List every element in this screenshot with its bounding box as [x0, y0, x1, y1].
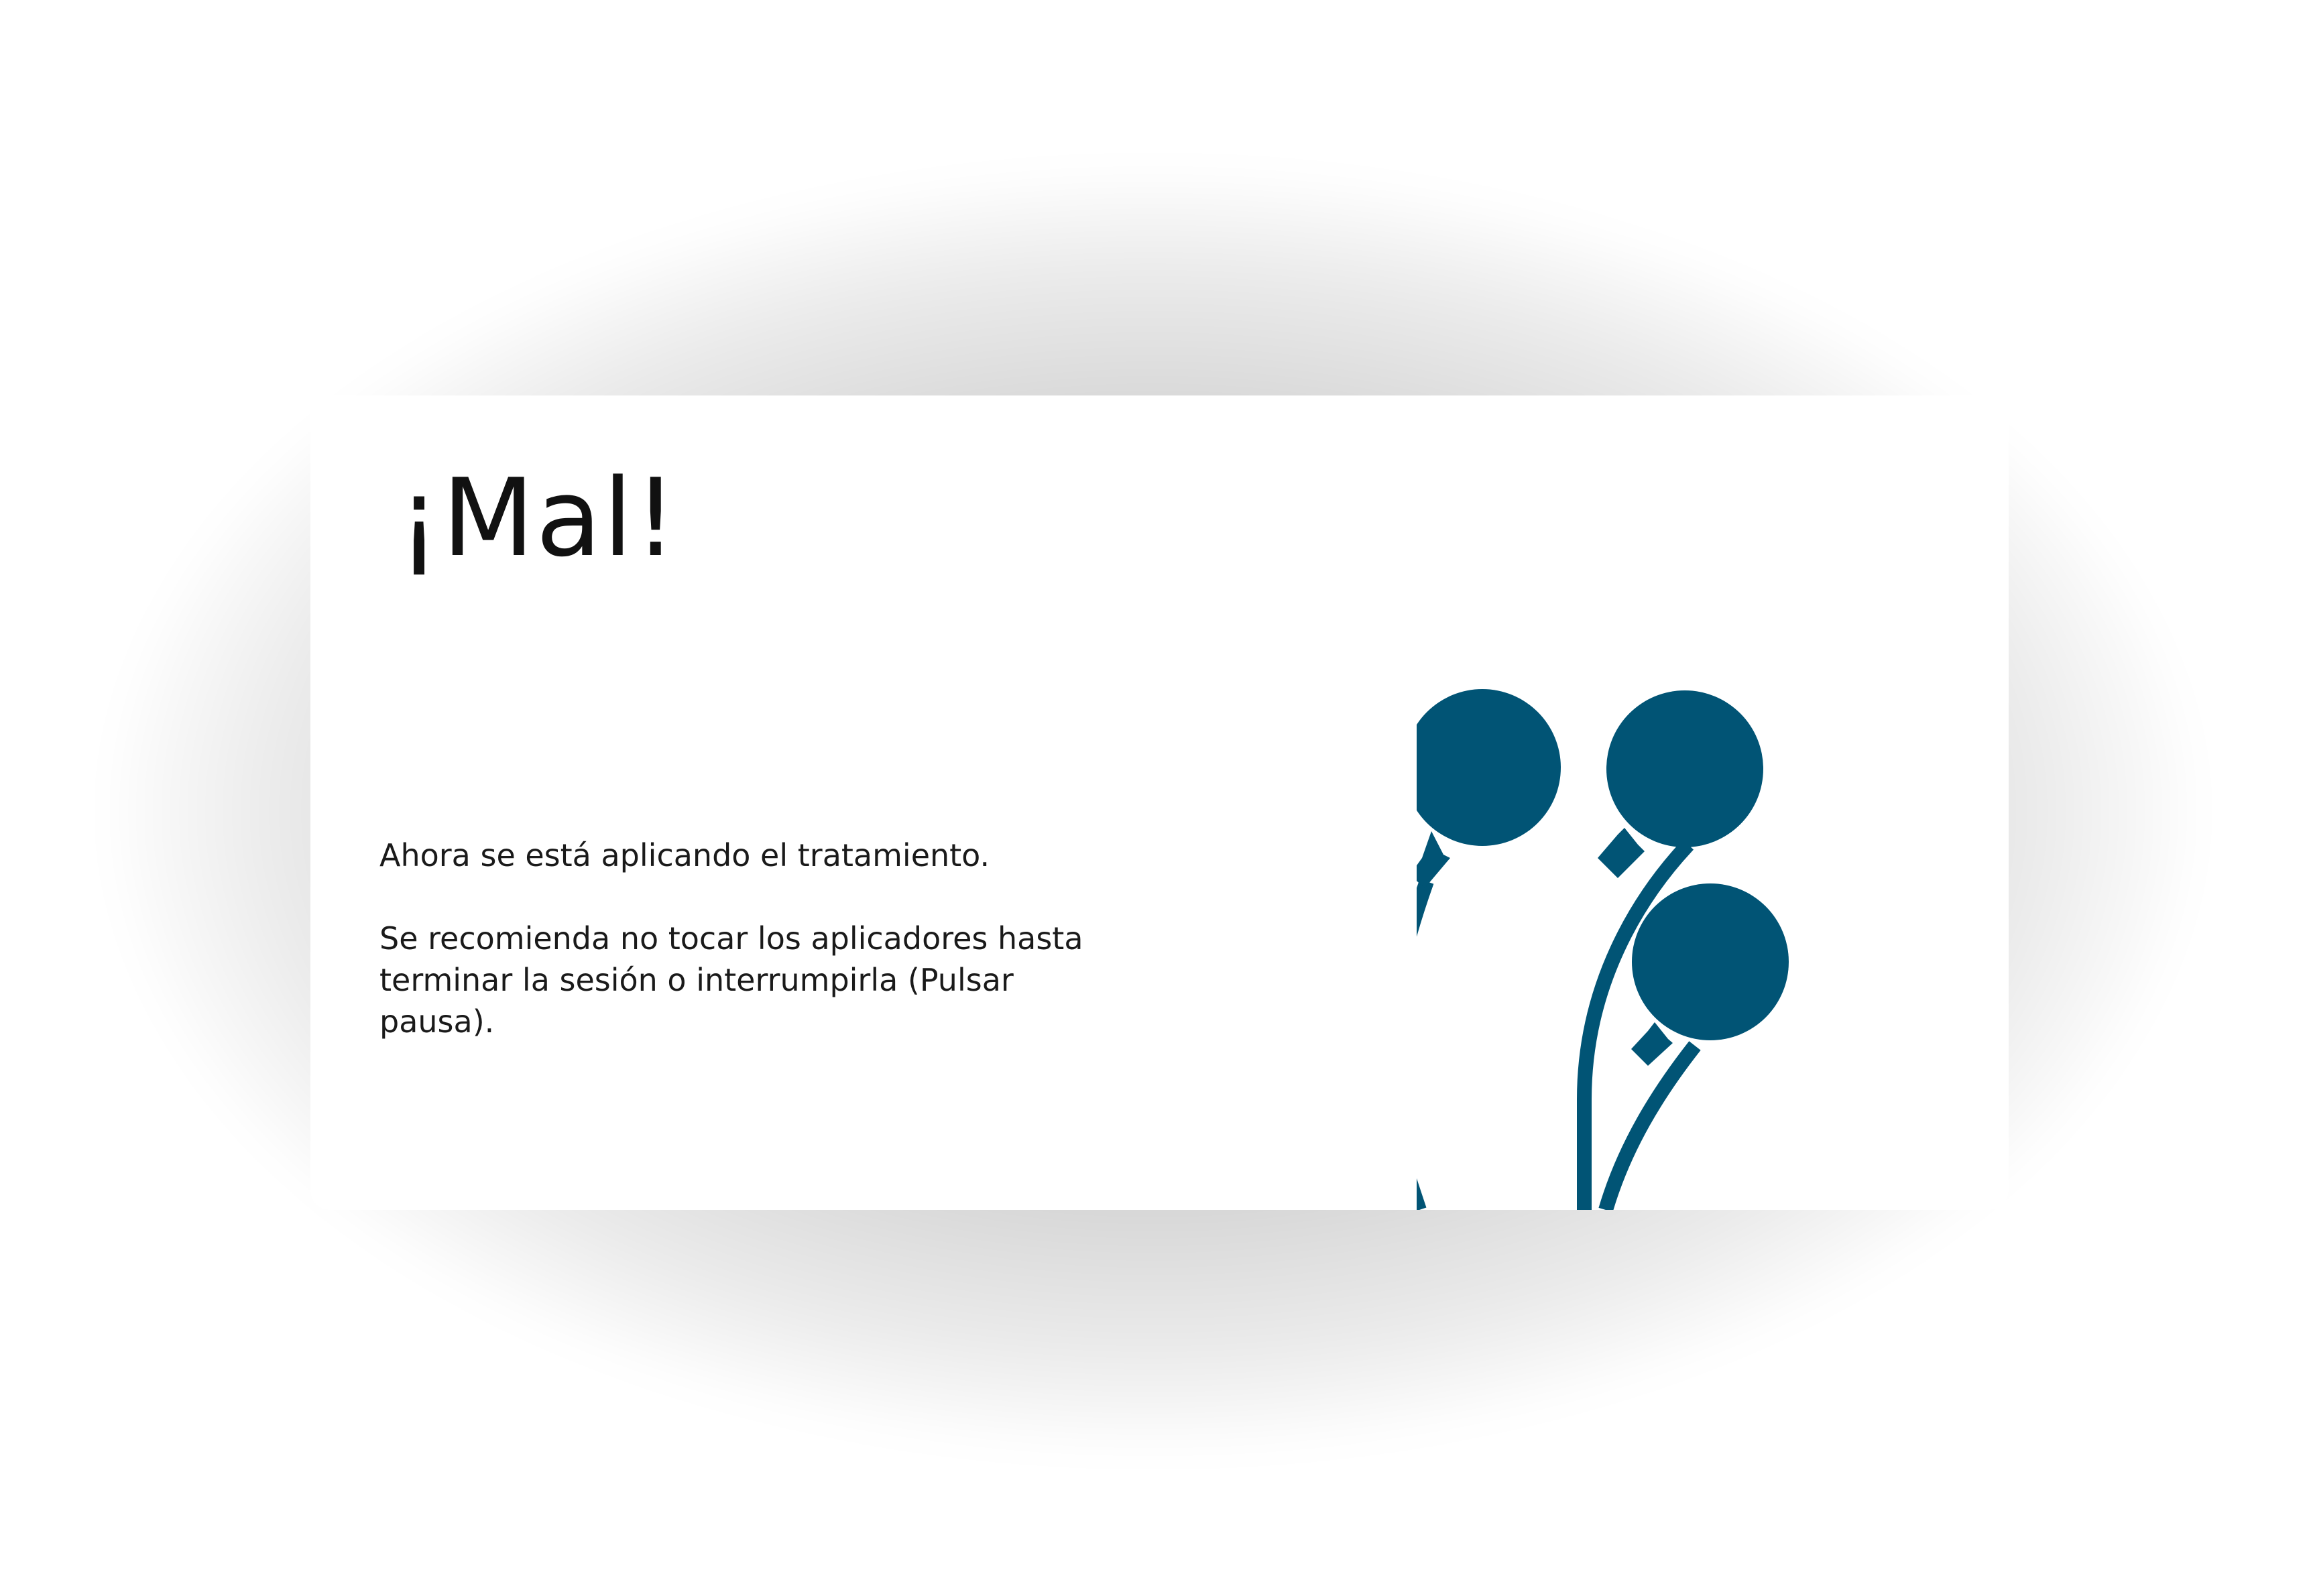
message-line-2: Se recomienda no tocar los aplicadores h… — [379, 920, 1083, 1040]
screen: ¡Mal! Ahora se está aplicando el tratami… — [0, 0, 2307, 1596]
message-line-1: Ahora se está aplicando el tratamiento. — [379, 837, 990, 873]
applicators-icon — [1417, 689, 1789, 1210]
message-dialog: ¡Mal! Ahora se está aplicando el tratami… — [310, 395, 2009, 1210]
dialog-message: Ahora se está aplicando el tratamiento. … — [379, 835, 1117, 1042]
dialog-title: ¡Mal! — [398, 455, 678, 580]
